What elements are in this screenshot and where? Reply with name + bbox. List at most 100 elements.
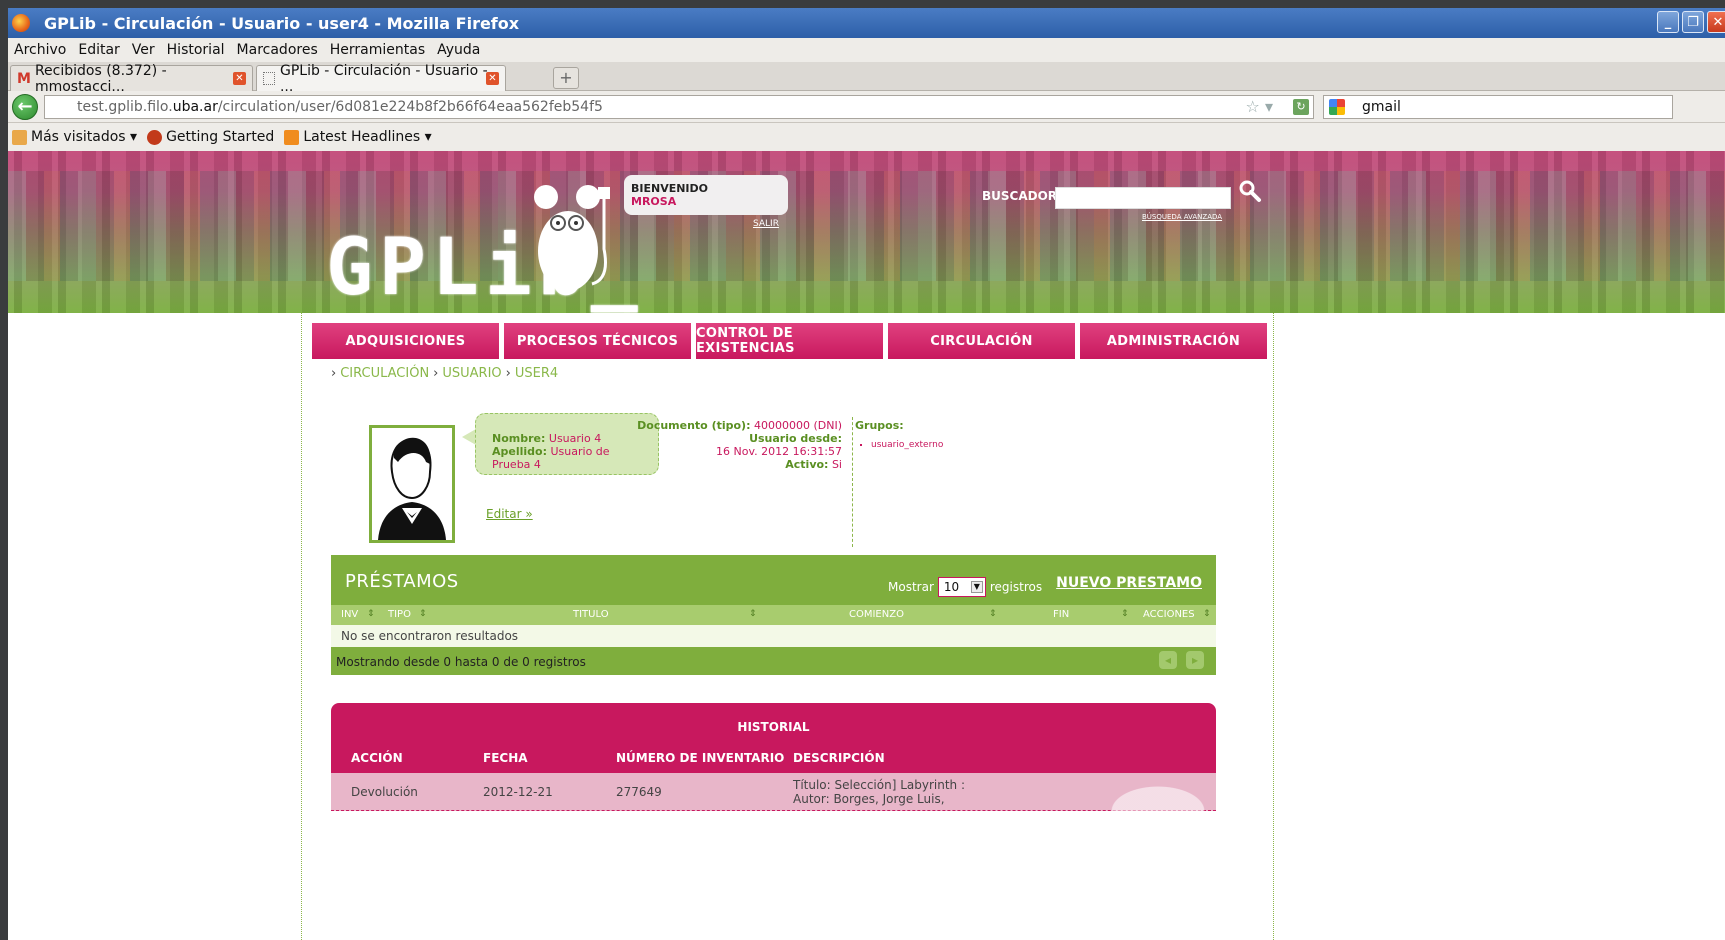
bookmark-label: Latest Headlines <box>303 129 421 145</box>
gmail-icon: M <box>17 70 31 87</box>
tab-gmail[interactable]: M Recibidos (8.372) - mmostacci... ✕ <box>10 63 253 95</box>
prestamos-title: PRÉSTAMOS <box>345 571 459 592</box>
search-value: gmail <box>1362 99 1401 115</box>
prestamos-table-header: INV ⇕ TIPO ⇕ TITULO ⇕ COMIENZO ⇕ FIN ⇕ ACCION… <box>331 605 1216 625</box>
user-groups: Grupos: usuario_externo <box>855 419 943 450</box>
url-path: /circulation/user/6d081e224b8f2b66f64eaa… <box>217 99 603 115</box>
nav-administracion[interactable]: ADMINISTRACIÓN <box>1080 323 1267 359</box>
menu-marcadores[interactable]: Marcadores <box>237 42 318 58</box>
user-details: Documento (tipo): 40000000 (DNI) Usuario… <box>632 419 842 471</box>
prestamos-panel: PRÉSTAMOS Mostrar 10 ▼ registros NUEVO P… <box>331 555 1216 675</box>
sort-icon[interactable]: ⇕ <box>1121 609 1129 619</box>
nav-procesos-tecnicos[interactable]: PROCESOS TÉCNICOS <box>504 323 691 359</box>
bookmark-latest-headlines[interactable]: Latest Headlines ▾ <box>284 129 432 145</box>
web-page: GPLib_ BIENVENIDO MROSA SALIR BUSCADOR B… <box>8 151 1725 940</box>
col-fecha: FECHA <box>483 751 528 765</box>
google-icon[interactable] <box>1329 99 1345 115</box>
bookmark-getting-started[interactable]: Getting Started <box>147 129 274 145</box>
nav-circulacion[interactable]: CIRCULACIÓN <box>888 323 1075 359</box>
search-icon[interactable] <box>1238 179 1262 203</box>
minimize-button[interactable]: _ <box>1657 11 1679 33</box>
row-inventario: 277649 <box>616 785 662 799</box>
documento-label: Documento (tipo): <box>637 419 751 432</box>
sort-icon[interactable]: ⇕ <box>749 609 757 619</box>
previous-page-icon[interactable]: ◂ <box>1159 651 1177 669</box>
documento-value: 40000000 (DNI) <box>753 419 842 432</box>
bookmark-star-icon[interactable]: ☆ ▾ <box>1246 96 1273 118</box>
row-fecha: 2012-12-21 <box>483 785 553 799</box>
refresh-icon[interactable]: ↻ <box>1293 99 1309 115</box>
menu-ayuda[interactable]: Ayuda <box>437 42 480 58</box>
tab-bar: M Recibidos (8.372) - mmostacci... ✕ GPL… <box>8 62 1725 95</box>
bookmarks-toolbar: Más visitados ▾ Getting Started Latest H… <box>8 123 1725 151</box>
navigation-bar: ← test.gplib.filo.uba.ar/circulation/use… <box>8 91 1725 123</box>
browser-window: GPLib - Circulación - Usuario - user4 - … <box>8 8 1725 940</box>
col-accion: ACCIÓN <box>351 751 403 765</box>
new-tab-button[interactable]: + <box>553 67 579 89</box>
sort-icon[interactable]: ⇕ <box>367 609 375 619</box>
welcome-user: MROSA <box>631 195 677 208</box>
tab-label: GPLib - Circulación - Usuario - ... <box>279 62 488 95</box>
back-button[interactable]: ← <box>12 94 38 120</box>
search-engine-box[interactable]: gmail <box>1323 95 1673 119</box>
url-bar[interactable]: test.gplib.filo.uba.ar/circulation/user/… <box>44 95 1314 119</box>
breadcrumb-user[interactable]: USER4 <box>515 366 558 381</box>
books-background <box>8 171 1725 281</box>
breadcrumb-circulacion[interactable]: CIRCULACIÓN <box>340 366 429 381</box>
col-inventario: NÚMERO DE INVENTARIO <box>616 751 785 765</box>
breadcrumb-usuario[interactable]: USUARIO <box>442 366 501 381</box>
logout-link[interactable]: SALIR <box>753 219 779 229</box>
page-length-value: 10 <box>943 580 960 594</box>
menu-editar[interactable]: Editar <box>78 42 119 58</box>
col-titulo[interactable]: TITULO <box>573 609 609 620</box>
chevron-right-icon: › <box>331 366 337 381</box>
activo-label: Activo: <box>785 458 829 471</box>
registros-label: registros <box>989 580 1043 594</box>
mostrar-label: Mostrar <box>888 580 934 594</box>
menu-ver[interactable]: Ver <box>132 42 155 58</box>
title-bar: GPLib - Circulación - Usuario - user4 - … <box>8 8 1725 38</box>
sort-icon[interactable]: ⇕ <box>989 609 997 619</box>
page-length-select[interactable]: 10 ▼ <box>937 577 986 597</box>
cloud-decoration <box>1086 773 1206 811</box>
close-button[interactable]: ✕ <box>1707 11 1725 33</box>
tab-gplib[interactable]: GPLib - Circulación - Usuario - ... ✕ <box>256 63 506 95</box>
chevron-down-icon: ▼ <box>970 581 983 593</box>
col-descripcion: DESCRIPCIÓN <box>793 751 885 765</box>
menu-herramientas[interactable]: Herramientas <box>330 42 425 58</box>
edit-user-link[interactable]: Editar » <box>486 507 533 521</box>
welcome-box: BIENVENIDO MROSA <box>624 175 788 215</box>
col-tipo[interactable]: TIPO <box>388 609 411 620</box>
nombre-label: Nombre: <box>492 432 546 445</box>
menu-archivo[interactable]: Archivo <box>14 42 66 58</box>
bubble-tail <box>462 429 476 445</box>
col-comienzo[interactable]: COMIENZO <box>849 609 904 620</box>
col-inv[interactable]: INV <box>341 609 358 620</box>
folder-icon <box>12 129 27 145</box>
empty-table-message: No se encontraron resultados <box>331 625 1216 647</box>
col-fin[interactable]: FIN <box>1053 609 1069 620</box>
bookmark-label: Más visitados <box>31 129 126 145</box>
maximize-button[interactable]: ❐ <box>1682 11 1704 33</box>
desde-label: Usuario desde: <box>749 432 842 445</box>
new-loan-button[interactable]: NUEVO PRESTAMO <box>1056 575 1202 591</box>
nav-adquisiciones[interactable]: ADQUISICIONES <box>312 323 499 359</box>
user-avatar <box>369 425 455 543</box>
site-search-input[interactable] <box>1055 187 1231 209</box>
col-acciones[interactable]: ACCIONES <box>1143 609 1195 620</box>
tab-label: Recibidos (8.372) - mmostacci... <box>34 62 167 95</box>
welcome-label: BIENVENIDO <box>631 182 709 195</box>
menu-historial[interactable]: Historial <box>167 42 225 58</box>
bookmark-mas-visitados[interactable]: Más visitados ▾ <box>12 129 137 145</box>
historial-panel: HISTORIAL ACCIÓN FECHA NÚMERO DE INVENTA… <box>331 703 1216 811</box>
nav-control-existencias[interactable]: CONTROL DE EXISTENCIAS <box>696 323 883 359</box>
next-page-icon[interactable]: ▸ <box>1186 651 1204 669</box>
advanced-search-link[interactable]: BÚSQUEDA AVANZADA <box>1142 213 1222 221</box>
sort-icon[interactable]: ⇕ <box>1203 609 1211 619</box>
firefox-icon <box>12 14 30 32</box>
close-tab-icon[interactable]: ✕ <box>486 72 499 85</box>
close-tab-icon[interactable]: ✕ <box>233 72 246 85</box>
sort-icon[interactable]: ⇕ <box>419 609 427 619</box>
breadcrumb: › CIRCULACIÓN › USUARIO › USER4 <box>331 366 558 381</box>
mouse-mascot-icon <box>534 185 610 291</box>
